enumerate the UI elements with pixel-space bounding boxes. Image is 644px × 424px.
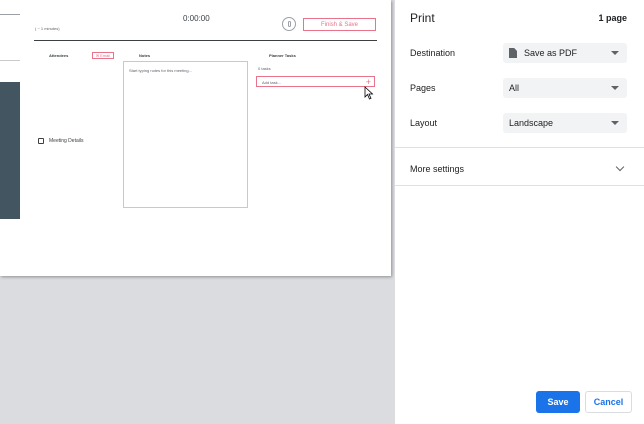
layout-label: Layout (410, 118, 438, 128)
destination-select[interactable]: Save as PDF (503, 43, 627, 63)
cancel-button[interactable]: Cancel (585, 391, 632, 413)
details-icon (38, 138, 44, 144)
layout-value: Landscape (509, 118, 554, 128)
meeting-details-label: Meeting Details (49, 138, 84, 144)
add-task-input: Add task... + (256, 76, 375, 87)
destination-value: Save as PDF (524, 48, 578, 58)
mail-icon: ✉ (95, 53, 100, 58)
email-button: ✉ Email (92, 52, 114, 59)
more-settings-toggle[interactable]: More settings (410, 164, 464, 174)
divider (395, 185, 644, 186)
planner-tasks-header: Planner Tasks (269, 53, 296, 58)
dropdown-arrow-icon (611, 86, 619, 90)
preview-page: 0:00:00 ( ~ 1 minutes) Finish & Save Att… (0, 0, 391, 276)
pages-label: Pages (410, 83, 436, 93)
page-count: 1 page (598, 13, 627, 23)
dropdown-arrow-icon (611, 121, 619, 125)
header-divider (34, 40, 377, 41)
divider (0, 60, 20, 61)
divider (0, 14, 20, 15)
meeting-duration: ( ~ 1 minutes) (35, 26, 60, 31)
save-button[interactable]: Save (536, 391, 580, 413)
pages-value: All (509, 83, 520, 93)
print-preview-area: 0:00:00 ( ~ 1 minutes) Finish & Save Att… (0, 0, 394, 424)
meeting-timer: 0:00:00 (183, 14, 210, 23)
mouse-cursor-icon (364, 86, 374, 100)
preview-sidebar-image (0, 82, 20, 219)
document-icon (509, 48, 517, 58)
microphone-icon (282, 17, 296, 31)
tasks-count: 0 tasks (258, 66, 271, 71)
print-title: Print (410, 11, 435, 25)
destination-label: Destination (410, 48, 456, 58)
notes-area: Start typing notes for this meeting... (123, 61, 248, 208)
notes-header: Notes (139, 53, 151, 58)
dropdown-arrow-icon (611, 51, 619, 55)
notes-placeholder: Start typing notes for this meeting... (129, 68, 192, 73)
divider (395, 147, 644, 148)
chevron-down-icon[interactable] (615, 162, 625, 172)
add-task-placeholder: Add task... (262, 80, 281, 85)
attendees-header: Attendees (49, 53, 69, 58)
finish-save-button: Finish & Save (303, 18, 376, 31)
meeting-details: Meeting Details (38, 138, 83, 144)
email-button-label: Email (100, 53, 111, 58)
print-settings-panel: Print 1 page Destination Save as PDF Pag… (394, 0, 644, 424)
pages-select[interactable]: All (503, 78, 627, 98)
layout-select[interactable]: Landscape (503, 113, 627, 133)
